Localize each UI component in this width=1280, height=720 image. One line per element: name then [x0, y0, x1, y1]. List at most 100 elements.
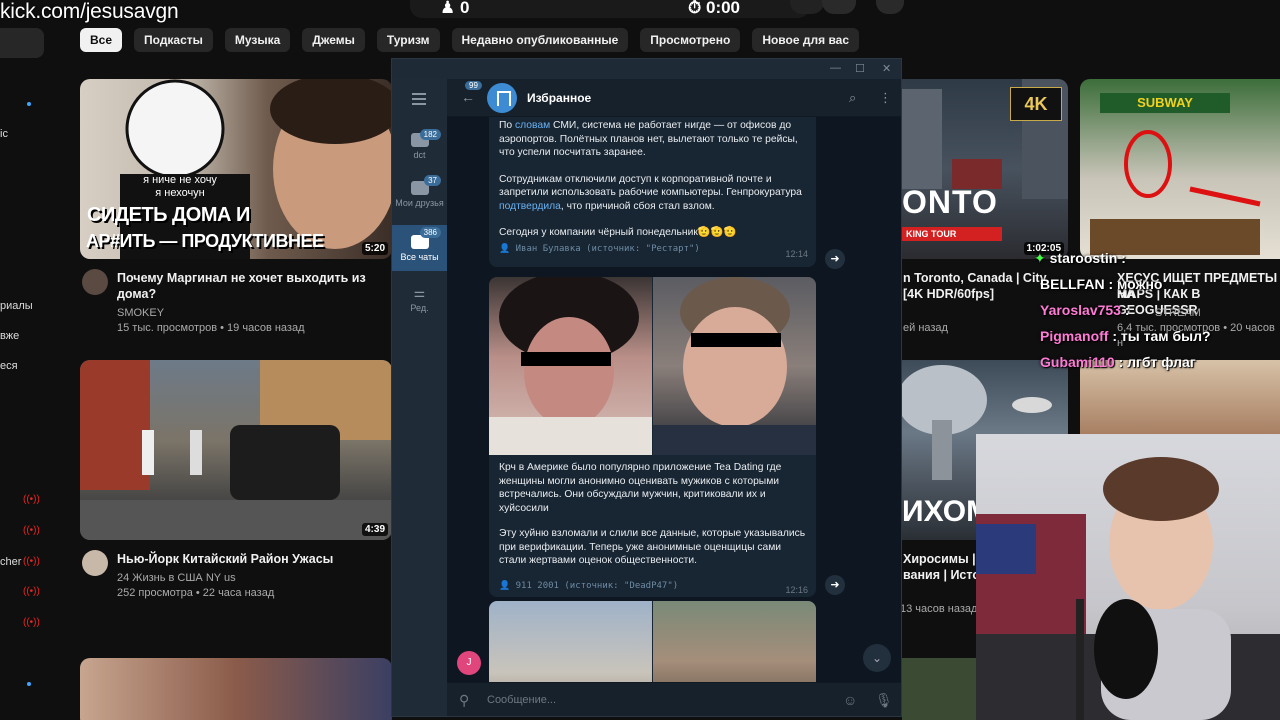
top-overlay-bar: [410, 0, 810, 18]
chat-header: ← 99 Избранное ⌕ ⋮: [447, 79, 901, 117]
chip-jams[interactable]: Джемы: [302, 28, 365, 52]
chat-username[interactable]: Gubami110: [1040, 354, 1115, 370]
video-title[interactable]: Почему Маргинал не хочет выходить из дом…: [117, 270, 367, 302]
chip-all[interactable]: Все: [80, 28, 123, 52]
nav-item-label[interactable]: вже: [0, 330, 19, 342]
chat-username[interactable]: Yaroslav753: [1040, 302, 1121, 318]
message-link[interactable]: подтвердила: [499, 201, 561, 212]
message-list[interactable]: По словам СМИ, система не работает нигде…: [447, 117, 901, 682]
thumbnail-text: я ниче не хочу: [143, 174, 217, 186]
video-thumbnail[interactable]: [80, 658, 392, 720]
chip-new-for-you[interactable]: Новое для вас: [752, 28, 860, 52]
chat-username[interactable]: Pigmanoff: [1040, 328, 1108, 344]
webcam-feed: [976, 434, 1280, 720]
source-text: Иван Булавка (источник: "Рестарт"): [515, 244, 700, 254]
text-run: По: [499, 120, 515, 131]
nav-home-item[interactable]: [0, 28, 44, 58]
chip-recently-uploaded[interactable]: Недавно опубликованные: [451, 28, 629, 52]
unread-badge: 386: [419, 227, 441, 238]
message-source[interactable]: 👤 911 2001 (источник: "DeadP47"): [499, 581, 678, 591]
video-thumbnail[interactable]: [1080, 360, 1280, 434]
folder-all-chats[interactable]: 386 Все чаты: [392, 225, 447, 271]
video-title[interactable]: Хиросимы |: [903, 551, 976, 567]
left-nav: ic риалы вже еся cher ((•)) ((•)) ((•)) …: [0, 0, 60, 720]
video-thumbnail[interactable]: SUBWAY: [1080, 79, 1280, 259]
video-channel[interactable]: 24 Жизнь в США NY us: [117, 571, 236, 586]
chip-podcasts[interactable]: Подкасты: [134, 28, 213, 52]
chat-message: Pigmanoff : ты там был?: [1040, 328, 1211, 344]
message-link[interactable]: словам: [515, 120, 550, 131]
live-icon: ((•)): [23, 617, 40, 628]
telegram-window: — ☐ ✕ 182 dct 37 Мои друзья 386 Все чаты: [391, 58, 902, 717]
chat-text: : можно: [1104, 276, 1163, 292]
message-text: Сотрудникам отключили доступ к корпорати…: [489, 160, 816, 214]
close-icon[interactable]: ✕: [882, 62, 891, 75]
text-run: , что причиной сбоя стал взлом.: [560, 200, 715, 212]
forward-icon[interactable]: ➜: [825, 575, 845, 595]
chat-text: :: [1120, 302, 1130, 318]
live-icon: ((•)): [23, 525, 40, 536]
message-input[interactable]: Сообщение...: [487, 694, 556, 706]
chip-music[interactable]: Музыка: [224, 28, 291, 52]
chat-username[interactable]: BELLFAN: [1040, 276, 1105, 292]
photo-art: [653, 277, 816, 455]
folder-rail: 182 dct 37 Мои друзья 386 Все чаты ⚌ Ред…: [392, 79, 447, 716]
hamburger-menu-icon[interactable]: [412, 93, 426, 108]
channel-avatar[interactable]: [82, 550, 108, 576]
timer-value: 0:00: [705, 0, 741, 17]
back-arrow-icon[interactable]: ←: [461, 89, 475, 105]
search-icon[interactable]: [822, 0, 856, 14]
attach-icon[interactable]: ⚲: [459, 692, 469, 709]
message-photo[interactable]: [489, 277, 652, 455]
message-source[interactable]: 👤 Иван Булавка (источник: "Рестарт"): [499, 244, 700, 254]
video-title[interactable]: Нью-Йорк Китайский Район Ужасы: [117, 551, 367, 567]
folder-label: Все чаты: [400, 252, 439, 262]
top-icon[interactable]: [790, 0, 824, 14]
chat-username[interactable]: staroostin: [1050, 250, 1118, 266]
webcam-art: [976, 457, 1280, 720]
user-avatar[interactable]: J: [457, 651, 481, 675]
folder-dct[interactable]: 182 dct: [392, 125, 447, 169]
bookmark-icon: [487, 83, 517, 113]
chat-title[interactable]: Избранное: [527, 91, 591, 105]
message-text: Эту хуйню взломали и слили все данные, к…: [499, 528, 806, 566]
mic-icon[interactable]: 🎙: [875, 692, 893, 709]
folder-my-friends[interactable]: 37 Мои друзья: [392, 173, 447, 221]
video-thumbnail[interactable]: 4:39: [80, 360, 392, 540]
minimize-icon[interactable]: —: [830, 62, 841, 74]
video-meta: ей назад: [903, 322, 948, 334]
nav-item-label[interactable]: ic: [0, 128, 8, 140]
chevron-down-icon[interactable]: ⌄: [863, 644, 891, 672]
forward-icon[interactable]: ➜: [825, 249, 845, 269]
video-thumbnail[interactable]: [902, 658, 976, 720]
video-title[interactable]: n Toronto, Canada | City: [903, 270, 1047, 286]
maximize-icon[interactable]: ☐: [855, 62, 865, 75]
more-options-icon[interactable]: ⋮: [879, 90, 892, 106]
folder-label: Мои друзья: [395, 198, 444, 208]
chip-tourism[interactable]: Туризм: [376, 28, 440, 52]
folder-edit[interactable]: ⚌ Ред.: [392, 281, 447, 317]
nav-item-label[interactable]: cher: [0, 556, 21, 568]
emoji-icon[interactable]: ☺: [843, 692, 857, 708]
video-channel[interactable]: STREAM: [1155, 306, 1201, 321]
message-photo[interactable]: [489, 601, 652, 682]
counter-value: 0: [459, 0, 470, 17]
video-channel[interactable]: SMOKEY: [117, 306, 164, 321]
search-icon[interactable]: ⌕: [849, 90, 856, 106]
video-thumbnail[interactable]: 4K ONTO KING TOUR 1:02:05: [902, 79, 1068, 259]
nav-item-label[interactable]: еся: [0, 360, 18, 372]
nav-dot: [27, 102, 31, 106]
chip-watched[interactable]: Просмотрено: [640, 28, 741, 52]
mic-icon[interactable]: [876, 0, 904, 14]
message-photo[interactable]: [653, 277, 816, 455]
message-bubble: По словам СМИ, система не работает нигде…: [489, 117, 816, 267]
video-thumbnail[interactable]: я ниче не хочу я нехочун СИДЕТЬ ДОМА И А…: [80, 79, 392, 259]
photo-art: [489, 277, 652, 455]
counter-display: ♟ 0: [440, 0, 469, 18]
video-meta: 13 часов назад: [900, 603, 978, 615]
message-photo[interactable]: [653, 601, 816, 682]
source-text: 911 2001 (источник: "DeadP47"): [515, 581, 679, 591]
channel-avatar[interactable]: [82, 269, 108, 295]
video-title-line2[interactable]: [4K HDR/60fps]: [903, 286, 994, 302]
nav-item-label[interactable]: риалы: [0, 300, 33, 312]
